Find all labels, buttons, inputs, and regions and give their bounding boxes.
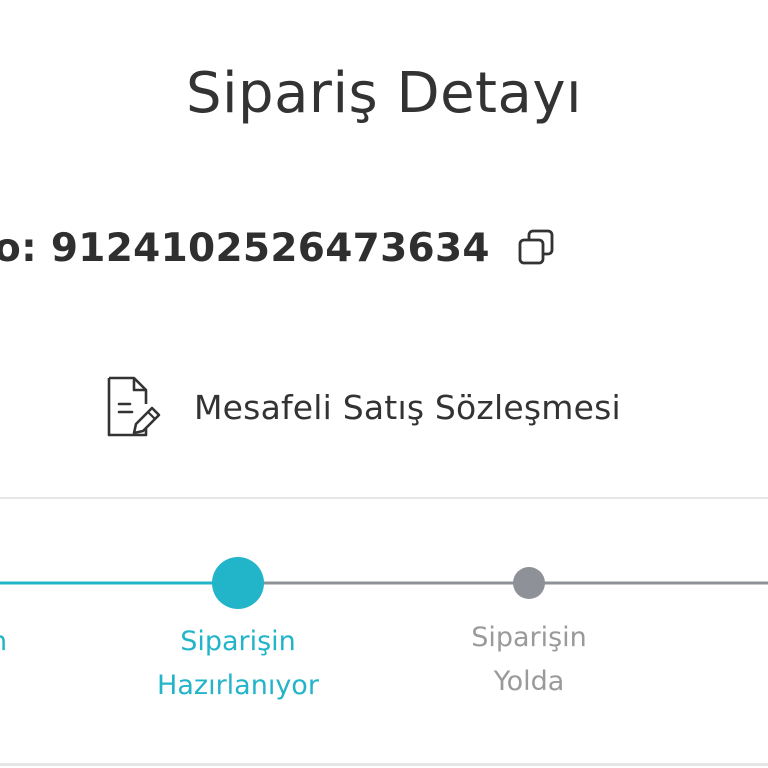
step-label-shipping: Siparişin Yolda bbox=[419, 616, 639, 704]
order-status-tracker bbox=[0, 540, 768, 640]
document-edit-icon bbox=[104, 374, 164, 440]
divider bbox=[0, 497, 768, 499]
step-label-line: Hazırlanıyor bbox=[157, 670, 319, 701]
step-label-line: Yolda bbox=[493, 666, 565, 697]
order-number-row: o: 9124102526473634 bbox=[0, 220, 558, 276]
step-dot-active bbox=[212, 557, 264, 609]
divider bbox=[0, 763, 768, 766]
order-detail-screen: Sipariş Detayı o: 9124102526473634 Mesaf… bbox=[0, 0, 768, 768]
step-dot-pending bbox=[513, 567, 545, 599]
step-label-completed: n bbox=[0, 620, 30, 664]
page-title: Sipariş Detayı bbox=[185, 61, 583, 126]
step-label-line: Siparişin bbox=[180, 626, 296, 657]
step-label-preparing: Siparişin Hazırlanıyor bbox=[128, 620, 348, 708]
distance-sales-contract-link[interactable]: Mesafeli Satış Sözleşmesi bbox=[104, 374, 621, 440]
copy-button[interactable] bbox=[514, 226, 558, 270]
order-number: o: 9124102526473634 bbox=[0, 225, 490, 271]
copy-icon bbox=[518, 229, 554, 265]
contract-label: Mesafeli Satış Sözleşmesi bbox=[194, 387, 621, 427]
step-label-line: Siparişin bbox=[471, 622, 587, 653]
